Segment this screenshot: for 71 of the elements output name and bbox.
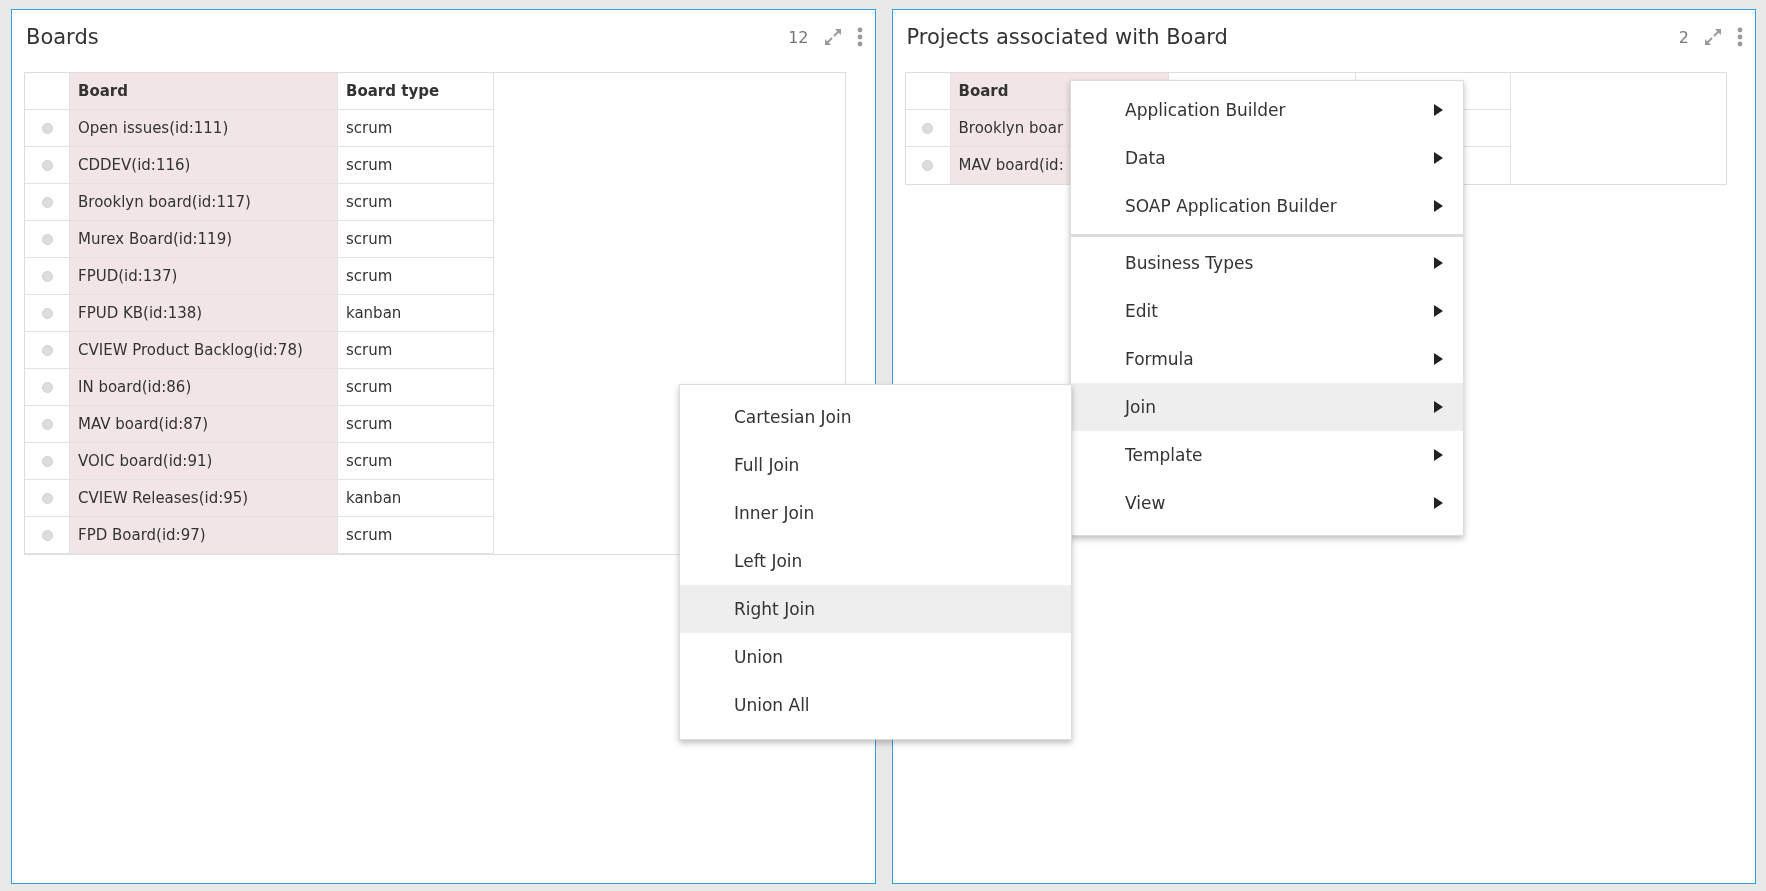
menu-item[interactable]: Business Types: [1071, 239, 1463, 287]
more-options-icon[interactable]: [1737, 27, 1743, 47]
menu-item[interactable]: Union All: [680, 681, 1071, 729]
row-select-radio[interactable]: [41, 233, 53, 245]
table-cell: scrum: [338, 110, 494, 147]
more-options-icon[interactable]: [856, 27, 863, 47]
menu-item[interactable]: Inner Join: [680, 489, 1071, 537]
menu-item[interactable]: Join: [1071, 383, 1463, 431]
table-cell: scrum: [338, 443, 494, 480]
submenu-arrow-icon: [1434, 305, 1443, 317]
table-cell: scrum: [338, 147, 494, 184]
column-header: Board: [70, 73, 338, 110]
submenu-arrow-icon: [1434, 104, 1443, 116]
table-cell: scrum: [338, 369, 494, 406]
table-cell: VOIC board(id:91): [70, 443, 338, 480]
table-cell: CVIEW Product Backlog(id:78): [70, 332, 338, 369]
menu-item[interactable]: Left Join: [680, 537, 1071, 585]
row-select-radio[interactable]: [922, 159, 933, 171]
row-select-radio[interactable]: [41, 492, 53, 504]
menu-item[interactable]: Right Join: [680, 585, 1071, 633]
table-cell: scrum: [338, 332, 494, 369]
table-cell: kanban: [338, 295, 494, 332]
column-header: Board type: [338, 73, 494, 110]
menu-item[interactable]: View: [1071, 479, 1463, 527]
table-cell: CDDEV(id:116): [70, 147, 338, 184]
row-select-radio[interactable]: [41, 270, 53, 282]
row-count: 12: [788, 27, 809, 47]
menu-item[interactable]: Edit: [1071, 287, 1463, 335]
panel-title: Boards: [26, 25, 100, 49]
submenu-arrow-icon: [1434, 152, 1443, 164]
menu-item[interactable]: Formula: [1071, 335, 1463, 383]
menu-item[interactable]: Full Join: [680, 441, 1071, 489]
table-cell: FPUD(id:137): [70, 258, 338, 295]
table-cell: Open issues(id:111): [70, 110, 338, 147]
row-select-radio[interactable]: [41, 122, 53, 134]
table-cell: scrum: [338, 221, 494, 258]
row-select-radio[interactable]: [41, 307, 53, 319]
row-select-radio[interactable]: [41, 418, 53, 430]
submenu-arrow-icon: [1434, 401, 1443, 413]
table-cell: scrum: [338, 406, 494, 443]
submenu-arrow-icon: [1434, 200, 1443, 212]
table-cell: IN board(id:86): [70, 369, 338, 406]
row-select-radio[interactable]: [41, 344, 53, 356]
table-cell: Brooklyn board(id:117): [70, 184, 338, 221]
expand-icon[interactable]: [822, 27, 843, 47]
table-cell: scrum: [338, 184, 494, 221]
table-cell: scrum: [338, 517, 494, 554]
submenu-arrow-icon: [1434, 353, 1443, 365]
submenu-arrow-icon: [1434, 257, 1443, 269]
table-cell: CVIEW Releases(id:95): [70, 480, 338, 517]
row-select-radio[interactable]: [41, 381, 53, 393]
table-cell: kanban: [338, 480, 494, 517]
submenu-arrow-icon: [1434, 497, 1443, 509]
table-cell: FPD Board(id:97): [70, 517, 338, 554]
row-select-radio[interactable]: [922, 122, 933, 134]
row-select-radio[interactable]: [41, 159, 53, 171]
expand-icon[interactable]: [1703, 27, 1723, 47]
menu-item[interactable]: Template: [1071, 431, 1463, 479]
table-cell: scrum: [338, 258, 494, 295]
table-cell: FPUD KB(id:138): [70, 295, 338, 332]
row-select-radio[interactable]: [41, 529, 53, 541]
menu-item[interactable]: Union: [680, 633, 1071, 681]
row-count: 2: [1678, 27, 1689, 47]
table-cell: Murex Board(id:119): [70, 221, 338, 258]
menu-item[interactable]: SOAP Application Builder: [1071, 182, 1463, 230]
row-select-radio[interactable]: [41, 455, 53, 467]
menu-item[interactable]: Cartesian Join: [680, 393, 1071, 441]
panel-title: Projects associated with Board: [906, 25, 1229, 49]
table-cell: MAV board(id:87): [70, 406, 338, 443]
row-select-radio[interactable]: [41, 196, 53, 208]
submenu-arrow-icon: [1434, 449, 1443, 461]
